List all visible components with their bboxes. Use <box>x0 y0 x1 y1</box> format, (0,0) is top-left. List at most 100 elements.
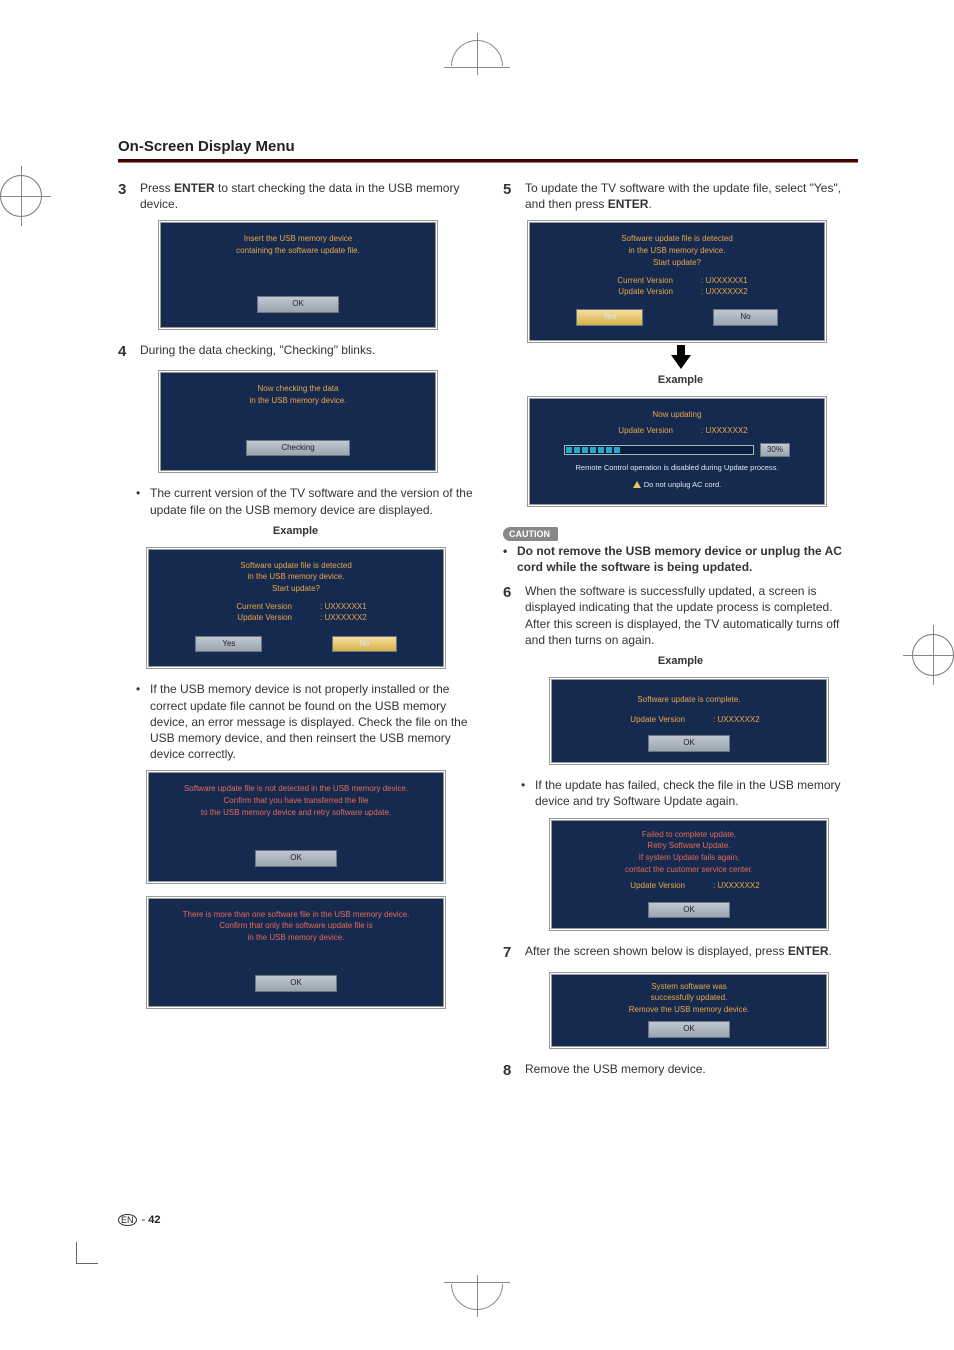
text: To update the TV software with the updat… <box>525 181 841 211</box>
screen-line: Now updating <box>538 410 816 421</box>
progress-bar <box>564 445 754 455</box>
tv-screen-checking: Now checking the data in the USB memory … <box>158 370 438 473</box>
screen-line: Confirm that you have transferred the fi… <box>157 796 435 807</box>
enter-key: ENTER <box>174 181 215 195</box>
label: Update Version <box>595 881 685 892</box>
text: . <box>828 944 831 958</box>
tv-screen-confirm-update: Software update file is detected in the … <box>527 220 827 343</box>
enter-key: ENTER <box>608 197 649 211</box>
screen-line: Software update file is detected <box>538 234 816 245</box>
caution-badge: CAUTION <box>503 527 558 541</box>
value: : UXXXXXX2 <box>713 715 783 726</box>
progress-wrap: 30% <box>538 443 816 458</box>
page-content: On-Screen Display Menu 3 Press ENTER to … <box>118 138 858 1240</box>
text: Do not remove the USB memory device or u… <box>517 543 858 575</box>
screen-line: Confirm that only the software update fi… <box>157 921 435 932</box>
screen-line: If system Update fails again, <box>560 853 818 864</box>
value: : UXXXXXX2 <box>701 287 771 298</box>
tv-screen-version-compare: Software update file is detected in the … <box>146 547 446 670</box>
example-label: Example <box>503 654 858 669</box>
label: Update Version <box>583 287 673 298</box>
crop-corner <box>76 1242 98 1264</box>
screen-line: to the USB memory device and retry softw… <box>157 808 435 819</box>
step-text: After the screen shown below is displaye… <box>525 943 858 963</box>
screen-line: Remote Control operation is disabled dur… <box>538 463 816 473</box>
step-text: When the software is successfully update… <box>525 583 858 648</box>
label: Update Version <box>595 715 685 726</box>
example-label: Example <box>503 373 858 388</box>
yes-button: Yes <box>195 636 262 653</box>
screen-line: in the USB memory device. <box>157 572 435 583</box>
screen-line: Start update? <box>157 584 435 595</box>
step-6: 6 When the software is successfully upda… <box>503 583 858 648</box>
ok-button: OK <box>255 850 337 867</box>
tv-screen-error-notdetected: Software update file is not detected in … <box>146 770 446 883</box>
step-number: 6 <box>503 583 517 648</box>
screen-line: containing the software update file. <box>169 246 427 257</box>
text: After this screen is displayed, the TV a… <box>525 617 839 647</box>
bullet-icon: • <box>136 485 144 517</box>
bullet-note: • The current version of the TV software… <box>136 485 473 517</box>
bullet-text: The current version of the TV software a… <box>150 485 473 517</box>
crop-mark-left <box>0 175 42 217</box>
screen-line: Failed to complete update. <box>560 830 818 841</box>
value: : UXXXXXX2 <box>701 426 771 437</box>
step-text: Remove the USB memory device. <box>525 1061 858 1081</box>
step-number: 4 <box>118 342 132 362</box>
label: Update Version <box>583 426 673 437</box>
step-7: 7 After the screen shown below is displa… <box>503 943 858 963</box>
crop-mark-top <box>451 40 503 66</box>
step-3: 3 Press ENTER to start checking the data… <box>118 180 473 212</box>
step-8: 8 Remove the USB memory device. <box>503 1061 858 1081</box>
right-column: 5 To update the TV software with the upd… <box>503 180 858 1087</box>
ok-button: OK <box>648 735 730 752</box>
step-text: During the data checking, "Checking" bli… <box>140 342 473 362</box>
progress-percent: 30% <box>760 443 790 458</box>
screen-line: Software update file is not detected in … <box>157 784 435 795</box>
ok-button: OK <box>648 902 730 919</box>
caution-text: • Do not remove the USB memory device or… <box>503 543 858 575</box>
screen-line: Now checking the data <box>169 384 427 395</box>
lang-badge: EN <box>118 1214 137 1226</box>
page-number-value: 42 <box>148 1214 160 1226</box>
ok-button: OK <box>648 1021 730 1038</box>
screen-line: in the USB memory device. <box>538 246 816 257</box>
example-label: Example <box>118 524 473 539</box>
value: : UXXXXXX2 <box>320 613 390 624</box>
step-text: Press ENTER to start checking the data i… <box>140 180 473 212</box>
tv-screen-failed: Failed to complete update. Retry Softwar… <box>549 818 829 932</box>
page-number: EN - 42 <box>118 1214 161 1226</box>
screen-line: Do not unplug AC cord. <box>538 480 816 490</box>
screen-line: There is more than one software file in … <box>157 910 435 921</box>
checking-button: Checking <box>246 440 349 457</box>
text: After the screen shown below is displaye… <box>525 944 788 958</box>
text: Press <box>140 181 174 195</box>
enter-key: ENTER <box>788 944 829 958</box>
label: Update Version <box>202 613 292 624</box>
text: Do not unplug AC cord. <box>644 480 722 489</box>
text: . <box>648 197 651 211</box>
tv-screen-updating: Now updating Update Version : UXXXXXX2 30… <box>527 396 827 507</box>
bullet-icon: • <box>521 777 529 809</box>
label: Current Version <box>583 276 673 287</box>
bullet-note: • If the update has failed, check the fi… <box>521 777 858 809</box>
step-number: 7 <box>503 943 517 963</box>
text: When the software is successfully update… <box>525 584 833 614</box>
screen-line: Remove the USB memory device. <box>560 1005 818 1016</box>
step-number: 5 <box>503 180 517 212</box>
ok-button: OK <box>257 296 339 313</box>
step-text: To update the TV software with the updat… <box>525 180 858 212</box>
screen-line: Insert the USB memory device <box>169 234 427 245</box>
tv-screen-insert-usb: Insert the USB memory device containing … <box>158 220 438 329</box>
title-underline <box>118 159 858 162</box>
crop-mark-bottom <box>451 1284 503 1310</box>
bullet-icon: • <box>503 543 511 575</box>
crop-mark-right <box>912 634 954 676</box>
screen-line: Software update is complete. <box>560 695 818 706</box>
page-title: On-Screen Display Menu <box>118 138 858 155</box>
screen-line: in the USB memory device. <box>157 933 435 944</box>
value: : UXXXXXX2 <box>713 881 783 892</box>
step-number: 3 <box>118 180 132 212</box>
left-column: 3 Press ENTER to start checking the data… <box>118 180 473 1087</box>
bullet-icon: • <box>136 681 144 762</box>
